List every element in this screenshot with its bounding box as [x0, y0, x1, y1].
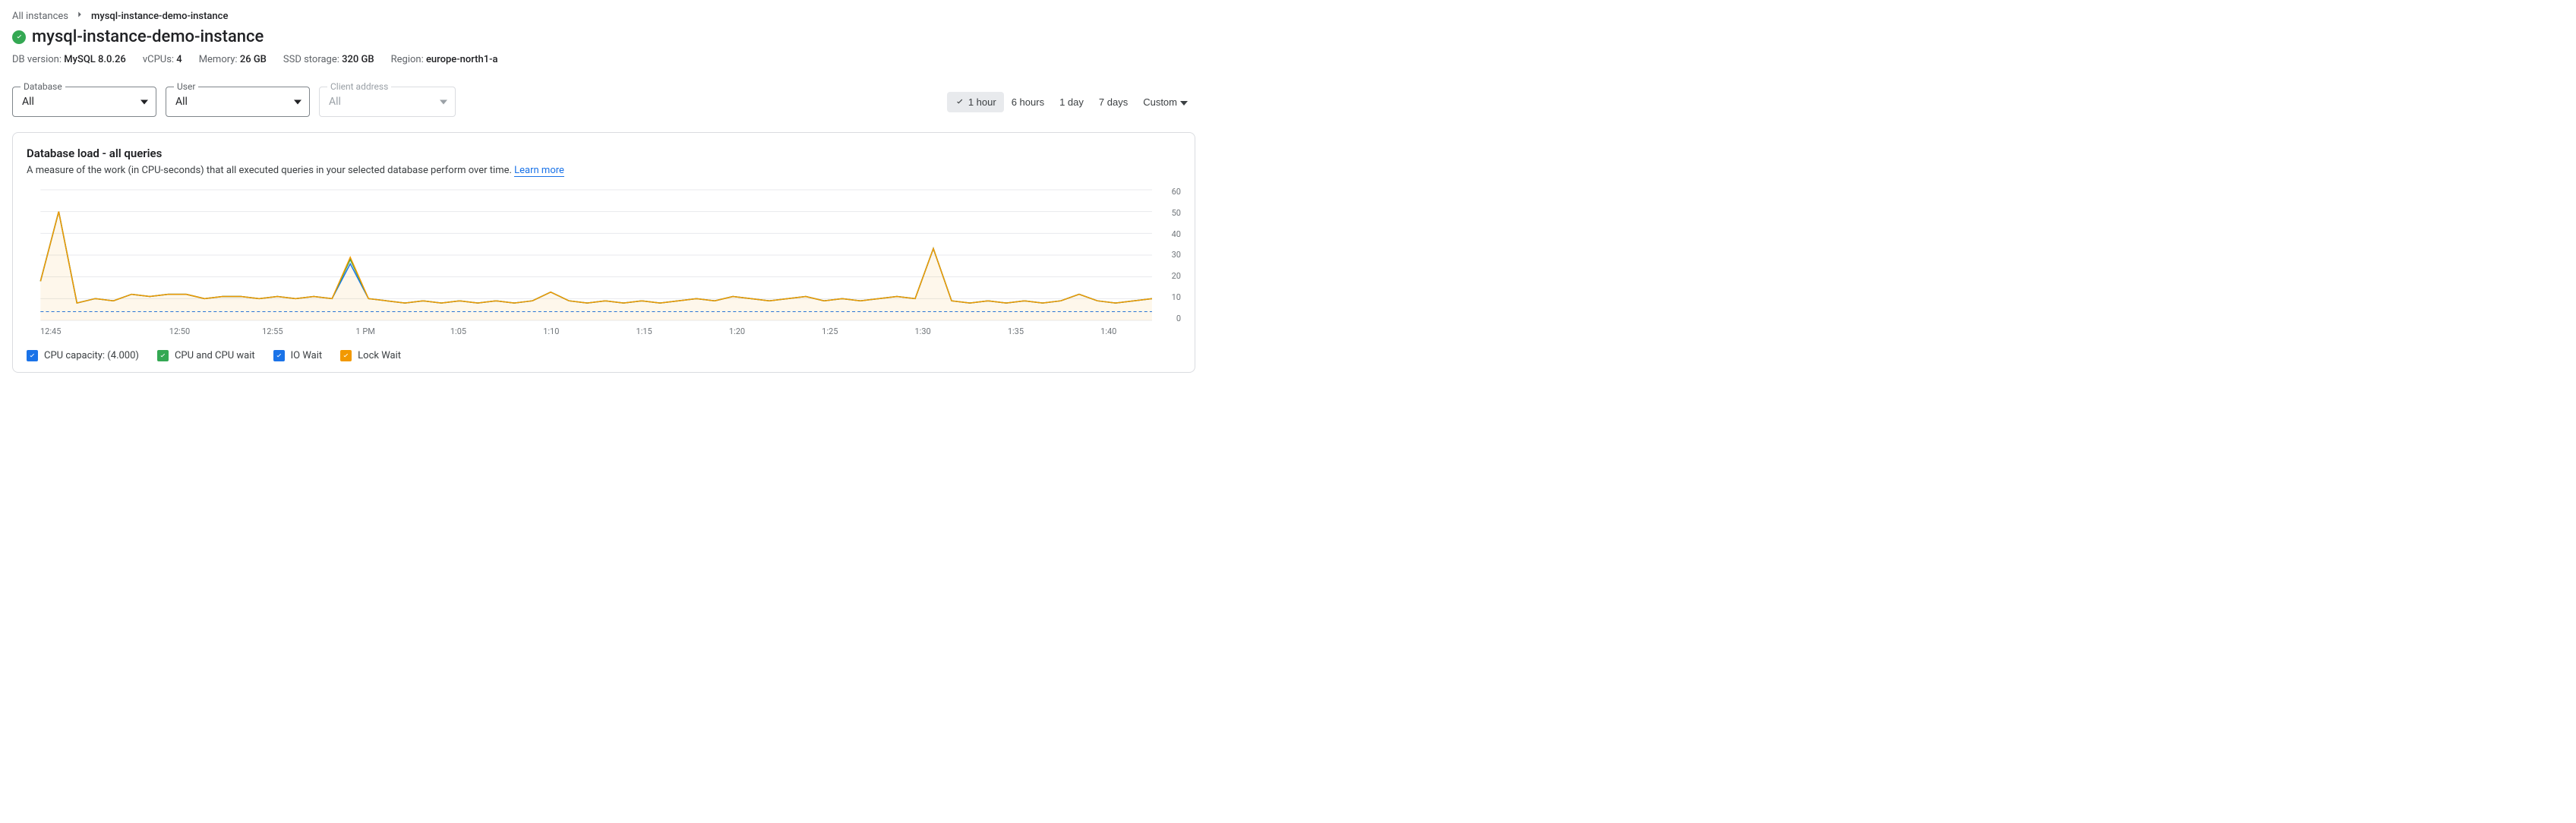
x-tick: 1:30	[876, 326, 969, 336]
legend-checkbox-icon	[157, 350, 169, 361]
chart-area: 60 50 40 30 20 10 0	[27, 187, 1181, 323]
x-tick: 1:15	[598, 326, 690, 336]
learn-more-link[interactable]: Learn more	[514, 165, 564, 177]
x-tick: 1:05	[412, 326, 504, 336]
y-axis: 60 50 40 30 20 10 0	[1155, 187, 1181, 323]
legend-label: CPU capacity: (4.000)	[44, 350, 139, 361]
spec-label: Region:	[391, 54, 424, 65]
y-tick: 50	[1158, 208, 1181, 218]
time-range-7-days[interactable]: 7 days	[1091, 92, 1135, 112]
chart-legend: CPU capacity: (4.000) CPU and CPU wait IO …	[27, 350, 1181, 361]
spec-value: europe-north1-a	[426, 54, 498, 65]
chevron-down-icon	[440, 96, 447, 108]
y-tick: 40	[1158, 229, 1181, 239]
legend-checkbox-icon	[340, 350, 352, 361]
chevron-down-icon	[294, 96, 301, 108]
client-address-select[interactable]: Client address All	[319, 87, 456, 117]
time-range-6-hours[interactable]: 6 hours	[1004, 92, 1052, 112]
x-tick: 1:25	[784, 326, 876, 336]
x-tick: 12:55	[226, 326, 319, 336]
x-tick: 1 PM	[319, 326, 412, 336]
legend-item[interactable]: CPU and CPU wait	[157, 350, 255, 361]
legend-label: IO Wait	[291, 350, 323, 361]
card-description: A measure of the work (in CPU-seconds) t…	[27, 165, 1181, 176]
legend-item[interactable]: Lock Wait	[340, 350, 401, 361]
time-range-picker: 1 hour6 hours1 day7 daysCustom	[947, 92, 1195, 112]
breadcrumb: All instances mysql-instance-demo-instan…	[12, 9, 1195, 23]
y-tick: 0	[1158, 314, 1181, 323]
spec-value: 320 GB	[342, 54, 374, 65]
spec-label: SSD storage:	[283, 54, 339, 65]
card-title: Database load - all queries	[27, 147, 1181, 160]
page-title: mysql-instance-demo-instance	[32, 27, 264, 46]
database-select[interactable]: Database All	[12, 87, 156, 117]
x-tick: 1:35	[969, 326, 1062, 336]
status-ok-icon	[12, 30, 26, 44]
breadcrumb-current: mysql-instance-demo-instance	[91, 11, 228, 22]
select-label: Database	[21, 81, 65, 92]
legend-label: Lock Wait	[358, 350, 401, 361]
legend-item[interactable]: CPU capacity: (4.000)	[27, 350, 139, 361]
title-row: mysql-instance-demo-instance	[12, 27, 1195, 46]
x-tick: 1:40	[1062, 326, 1155, 336]
time-range-1-hour[interactable]: 1 hour	[947, 92, 1004, 112]
x-tick: 1:20	[690, 326, 783, 336]
y-tick: 60	[1158, 187, 1181, 197]
breadcrumb-root[interactable]: All instances	[12, 11, 68, 22]
legend-label: CPU and CPU wait	[175, 350, 255, 361]
time-range-custom[interactable]: Custom	[1135, 92, 1195, 112]
spec-label: vCPUs:	[143, 54, 174, 65]
filter-row: Database All User All Client address All…	[12, 87, 1195, 117]
legend-checkbox-icon	[273, 350, 285, 361]
chart-plot[interactable]	[27, 187, 1155, 323]
spec-value: MySQL 8.0.26	[64, 54, 126, 65]
y-tick: 30	[1158, 250, 1181, 260]
x-tick: 12:50	[133, 326, 226, 336]
legend-checkbox-icon	[27, 350, 38, 361]
select-label: Client address	[327, 81, 391, 92]
spec-label: DB version:	[12, 54, 62, 65]
chevron-down-icon	[140, 96, 148, 108]
time-range-1-day[interactable]: 1 day	[1052, 92, 1091, 112]
chevron-right-icon	[74, 9, 85, 23]
spec-label: Memory:	[199, 54, 238, 65]
x-axis: 12:4512:5012:551 PM1:051:101:151:201:251…	[40, 326, 1155, 336]
spec-row: DB version: MySQL 8.0.26 vCPUs: 4 Memory…	[12, 54, 1195, 65]
select-value: All	[175, 96, 188, 108]
user-select[interactable]: User All	[166, 87, 310, 117]
spec-value: 4	[176, 54, 182, 65]
database-load-card: Database load - all queries A measure of…	[12, 132, 1195, 373]
x-tick: 1:10	[505, 326, 598, 336]
card-description-text: A measure of the work (in CPU-seconds) t…	[27, 165, 514, 176]
x-tick: 12:45	[40, 326, 133, 336]
y-tick: 10	[1158, 292, 1181, 302]
select-value: All	[329, 96, 341, 108]
select-value: All	[22, 96, 34, 108]
legend-item[interactable]: IO Wait	[273, 350, 323, 361]
select-label: User	[174, 81, 198, 92]
y-tick: 20	[1158, 271, 1181, 281]
spec-value: 26 GB	[240, 54, 267, 65]
